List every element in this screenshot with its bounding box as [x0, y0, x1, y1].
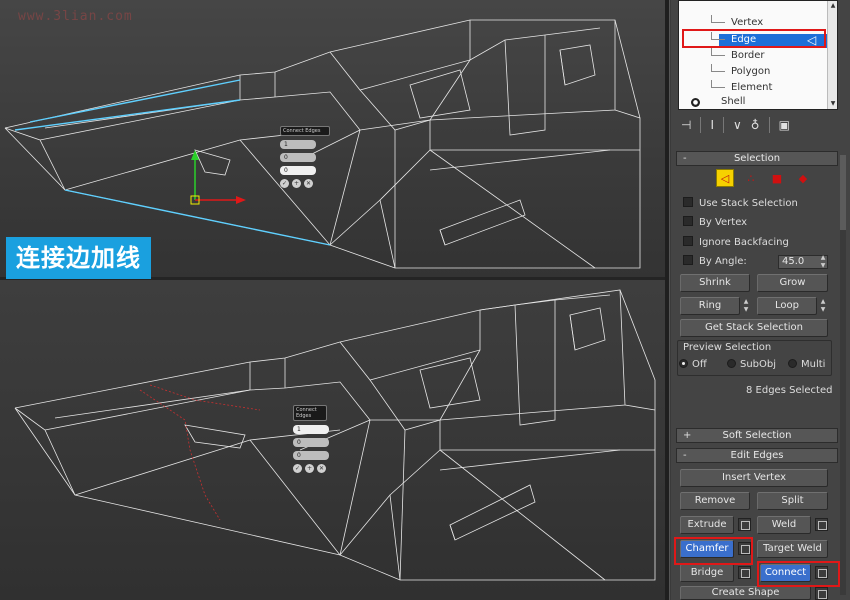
shrink-button[interactable]: Shrink — [680, 274, 750, 292]
ignore-backfacing-checkbox[interactable]: Ignore Backfacing — [683, 236, 789, 250]
panel-scrollbar[interactable] — [840, 155, 846, 595]
wireframe-model-bottom — [14, 289, 656, 581]
weld-settings-icon[interactable] — [815, 518, 828, 531]
element-level-icon[interactable]: ◆ — [794, 169, 812, 187]
vertex-level-icon[interactable]: ∴ — [742, 169, 760, 187]
caddy-title: Connect Edges — [293, 405, 327, 421]
selection-status-text: 8 Edges Selected — [746, 385, 833, 396]
caddy-apply-icon[interactable]: + — [292, 179, 301, 188]
split-button[interactable]: Split — [757, 492, 828, 510]
configure-sets-icon[interactable]: ▣ — [779, 118, 790, 132]
by-angle-spinner[interactable]: ▲ ▼ — [818, 254, 828, 270]
get-stack-selection-button[interactable]: Get Stack Selection — [680, 319, 828, 337]
caddy-ok-icon[interactable]: ✓ — [293, 464, 302, 473]
ring-button[interactable]: Ring — [680, 297, 740, 315]
connect-edges-caddy-top[interactable]: Connect Edges 1 0 0 ✓ + ✕ — [280, 126, 330, 188]
loop-button[interactable]: Loop — [757, 297, 817, 315]
remove-modifier-icon[interactable]: ♁ — [751, 118, 760, 132]
extrude-settings-icon[interactable] — [738, 518, 751, 531]
connect-edges-caddy-bottom[interactable]: Connect Edges 1 0 0 ✓ + ✕ — [293, 405, 329, 473]
bridge-settings-icon[interactable] — [738, 566, 751, 579]
caption-banner: 连接边加线 — [6, 237, 151, 279]
gizmo-icon — [190, 150, 246, 205]
polygon-level-icon[interactable]: ■ — [768, 169, 786, 187]
watermark: www.3lian.com — [18, 9, 133, 24]
highlight-connect-box — [757, 561, 840, 587]
tree-item-polygon[interactable]: Polygon — [679, 64, 829, 80]
caddy-pinch-field[interactable]: 0 — [293, 438, 329, 447]
edge-level-icon[interactable]: ◁ — [716, 169, 734, 187]
caddy-title: Connect Edges — [280, 126, 330, 136]
panel-scrollbar-thumb[interactable] — [840, 155, 846, 230]
preview-off-radio[interactable]: Off — [679, 358, 707, 372]
modifier-stack-tree[interactable]: Vertex Edge ◁ Border Polygon Element ● S… — [678, 0, 838, 110]
caddy-slide-field[interactable]: 0 — [280, 166, 316, 175]
rollout-selection-header[interactable]: - Selection — [676, 151, 838, 166]
command-panel: Vertex Edge ◁ Border Polygon Element ● S… — [671, 0, 850, 600]
insert-vertex-button[interactable]: Insert Vertex — [680, 469, 828, 487]
remove-button[interactable]: Remove — [680, 492, 750, 510]
subobject-level-icons: ◁ ∴ ■ ◆ — [716, 169, 812, 187]
stack-toolbar: ⊣ Ι ∨ ♁ ▣ — [671, 112, 850, 138]
caddy-segments-field[interactable]: 1 — [293, 425, 329, 434]
caddy-cancel-icon[interactable]: ✕ — [317, 464, 326, 473]
highlight-edge-box — [682, 29, 826, 48]
create-shape-button[interactable]: Create Shape — [680, 586, 811, 600]
rollout-soft-selection-header[interactable]: + Soft Selection — [676, 428, 838, 443]
caddy-slide-field[interactable]: 0 — [293, 451, 329, 460]
loop-spinner[interactable]: ▲ ▼ — [818, 298, 828, 314]
scroll-down-icon[interactable]: ▼ — [829, 100, 837, 108]
viewport-bottom[interactable]: Connect Edges 1 0 0 ✓ + ✕ — [0, 280, 665, 600]
grow-button[interactable]: Grow — [757, 274, 828, 292]
tree-scrollbar[interactable]: ▲ ▼ — [827, 1, 837, 109]
viewport-panel-divider — [665, 0, 670, 600]
caddy-cancel-icon[interactable]: ✕ — [304, 179, 313, 188]
preview-selection-label: Preview Selection — [683, 342, 772, 353]
make-unique-icon[interactable]: ∨ — [733, 118, 742, 132]
pin-stack-icon[interactable]: ⊣ — [681, 118, 691, 132]
create-shape-settings-icon[interactable] — [815, 587, 828, 600]
caddy-ok-icon[interactable]: ✓ — [280, 179, 289, 188]
by-vertex-checkbox[interactable]: By Vertex — [683, 216, 747, 230]
rollout-edit-edges-header[interactable]: - Edit Edges — [676, 448, 838, 463]
use-stack-selection-checkbox[interactable]: Use Stack Selection — [683, 197, 798, 211]
tree-item-shell[interactable]: Shell — [679, 94, 829, 109]
caddy-pinch-field[interactable]: 0 — [280, 153, 316, 162]
show-end-result-icon[interactable]: Ι — [710, 118, 714, 132]
preview-multi-radio[interactable]: Multi — [788, 358, 825, 372]
caddy-segments-field[interactable]: 1 — [280, 140, 316, 149]
weld-button[interactable]: Weld — [757, 516, 811, 534]
ring-spinner[interactable]: ▲ ▼ — [741, 298, 751, 314]
caddy-apply-icon[interactable]: + — [305, 464, 314, 473]
target-weld-button[interactable]: Target Weld — [757, 540, 828, 558]
extrude-button[interactable]: Extrude — [680, 516, 734, 534]
scroll-up-icon[interactable]: ▲ — [829, 2, 837, 10]
by-angle-checkbox[interactable]: By Angle: — [683, 255, 747, 269]
highlight-chamfer-box — [674, 537, 753, 565]
tree-item-border[interactable]: Border — [679, 48, 829, 64]
bridge-button[interactable]: Bridge — [680, 564, 734, 582]
preview-subobj-radio[interactable]: SubObj — [727, 358, 776, 372]
